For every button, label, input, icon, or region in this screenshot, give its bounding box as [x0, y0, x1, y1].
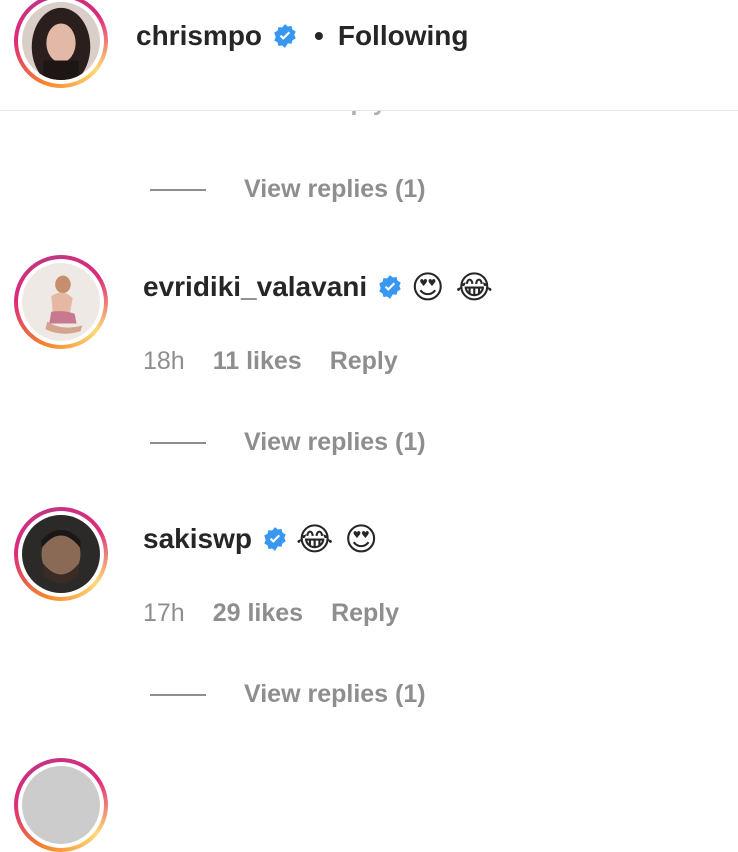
next-commenter-avatar[interactable]	[14, 758, 108, 852]
reply-button[interactable]: Reply	[330, 347, 398, 376]
comment-meta: 17h 29 likes Reply	[143, 599, 399, 628]
comment-meta: 18h 11 likes Reply	[143, 347, 398, 376]
separator-dot: •	[314, 20, 324, 51]
comment-time: 17h	[143, 599, 185, 627]
comment-text: 😍 😂	[411, 268, 494, 306]
view-replies-row[interactable]: View replies (1)	[150, 680, 426, 709]
reply-button[interactable]: Reply	[331, 599, 399, 628]
commenter-username[interactable]: evridiki_valavani	[143, 271, 367, 303]
view-replies-row[interactable]: View replies (1)	[150, 428, 426, 457]
verified-badge-icon	[379, 275, 401, 299]
verified-badge-icon	[264, 527, 286, 551]
comment-likes[interactable]: 29 likes	[213, 599, 303, 628]
author-photo	[22, 2, 100, 80]
following-button[interactable]: Following	[338, 20, 469, 52]
commenter-username[interactable]: sakiswp	[143, 523, 252, 555]
replies-line	[150, 693, 206, 696]
view-replies-button[interactable]: View replies (1)	[244, 428, 426, 457]
commenter-avatar[interactable]	[14, 507, 108, 601]
replies-line	[150, 188, 206, 191]
view-replies-row[interactable]: View replies (1)	[150, 175, 426, 204]
verified-badge-icon	[274, 24, 296, 48]
commenter-avatar[interactable]	[14, 255, 108, 349]
comment-time: 18h	[143, 347, 185, 375]
replies-line	[150, 441, 206, 444]
author-username[interactable]: chrismpo	[136, 20, 262, 52]
commenter-photo	[22, 263, 100, 341]
commenter-photo	[22, 515, 100, 593]
comment-text: 😂 😍	[295, 520, 378, 558]
comment-likes[interactable]: 11 likes	[213, 347, 302, 376]
view-replies-button[interactable]: View replies (1)	[244, 175, 426, 204]
view-replies-button[interactable]: View replies (1)	[244, 680, 426, 709]
post-header: chrismpo • Following	[0, 0, 738, 111]
author-avatar[interactable]	[14, 0, 108, 88]
